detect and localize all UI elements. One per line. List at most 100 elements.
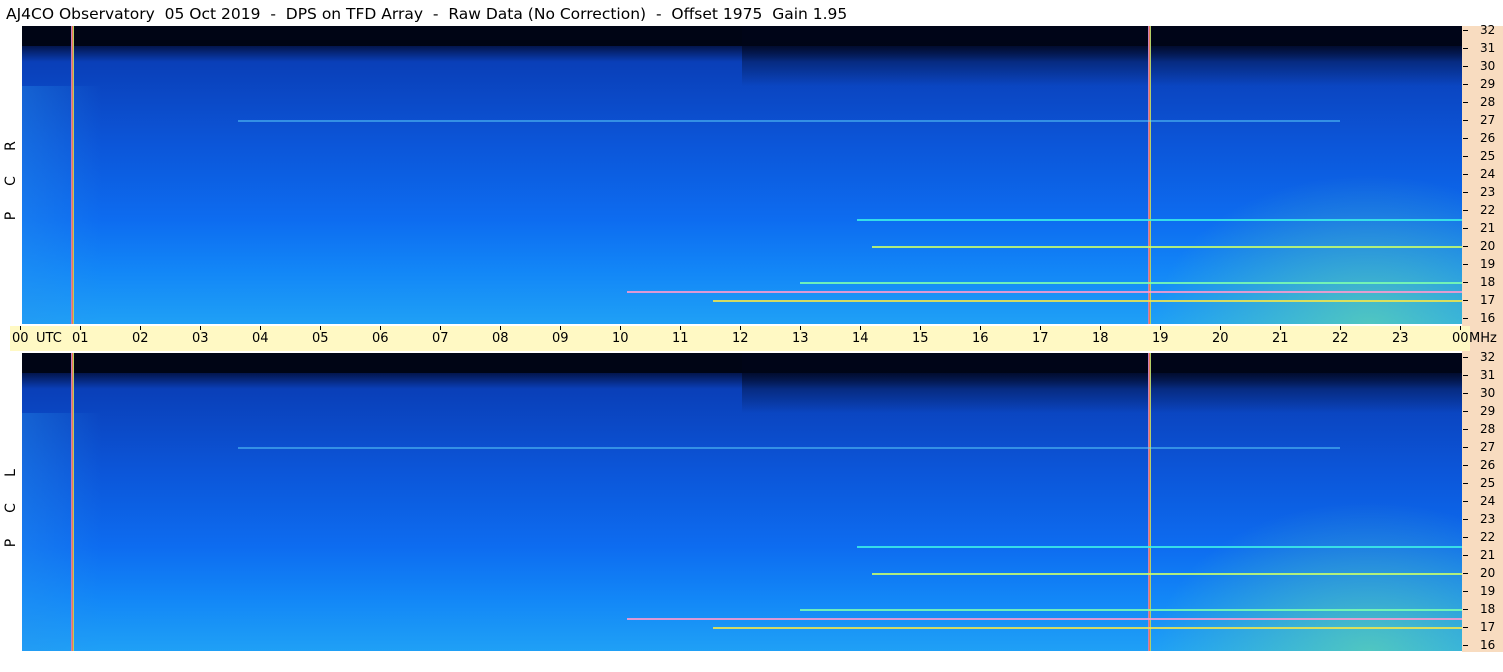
frequency-tick — [1463, 66, 1468, 67]
frequency-tick — [1463, 48, 1468, 49]
time-tick — [500, 326, 501, 330]
chart-title: AJ4CO Observatory 05 Oct 2019 - DPS on T… — [6, 5, 848, 23]
frequency-tick-label: 19 — [1480, 584, 1496, 598]
frequency-tick — [1463, 591, 1468, 592]
polarization-letter: R — [3, 141, 19, 151]
time-tick — [680, 326, 681, 330]
mhz-unit-label: MHz — [1469, 331, 1497, 346]
time-tick-label: 19 — [1152, 331, 1169, 346]
frequency-tick — [1463, 102, 1468, 103]
time-tick-label: 13 — [792, 331, 809, 346]
time-tick-label: 00 — [1452, 331, 1469, 346]
frequency-tick — [1463, 627, 1468, 628]
frequency-tick — [1463, 300, 1468, 301]
time-tick — [80, 326, 81, 330]
frequency-tick-label: 23 — [1480, 512, 1496, 526]
frequency-tick-label: 25 — [1480, 476, 1496, 490]
time-tick — [1160, 326, 1161, 330]
interference-band — [857, 546, 1462, 548]
dark-region — [742, 353, 1462, 413]
frequency-tick-label: 19 — [1480, 257, 1496, 271]
time-tick — [620, 326, 621, 330]
interference-band — [871, 573, 1462, 575]
frequency-tick — [1463, 519, 1468, 520]
frequency-tick-label: 29 — [1480, 404, 1496, 418]
polarization-letter: L — [3, 469, 19, 477]
frequency-tick-label: 18 — [1480, 602, 1496, 616]
frequency-tick — [1463, 120, 1468, 121]
polarization-letter: P — [3, 211, 19, 221]
time-tick — [140, 326, 141, 330]
frequency-tick-label: 26 — [1480, 458, 1496, 472]
frequency-tick — [1463, 465, 1468, 466]
lcp-spectrogram — [22, 353, 1462, 651]
frequency-tick — [1463, 393, 1468, 394]
time-tick — [1040, 326, 1041, 330]
time-tick-label: 23 — [1392, 331, 1409, 346]
frequency-tick-label: 24 — [1480, 167, 1496, 181]
frequency-tick — [1463, 30, 1468, 31]
time-tick — [980, 326, 981, 330]
time-tick-label: 00 — [12, 331, 29, 346]
dark-region — [742, 26, 1462, 86]
frequency-tick-label: 27 — [1480, 440, 1496, 454]
frequency-tick-label: 21 — [1480, 548, 1496, 562]
time-tick — [560, 326, 561, 330]
time-tick — [860, 326, 861, 330]
frequency-tick-label: 32 — [1480, 350, 1496, 364]
time-tick — [20, 326, 21, 330]
interference-band — [238, 120, 1340, 122]
utc-label: UTC — [36, 331, 62, 346]
frequency-tick-label: 20 — [1480, 239, 1496, 253]
frequency-tick — [1463, 84, 1468, 85]
time-tick-label: 22 — [1332, 331, 1349, 346]
interference-band — [238, 447, 1340, 449]
time-tick-label: 08 — [492, 331, 509, 346]
time-tick-label: 03 — [192, 331, 209, 346]
time-tick-label: 10 — [612, 331, 629, 346]
time-tick — [800, 326, 801, 330]
frequency-tick — [1463, 210, 1468, 211]
time-tick — [1400, 326, 1401, 330]
interference-band — [626, 291, 1462, 293]
interference-band — [713, 627, 1462, 629]
time-tick — [740, 326, 741, 330]
time-tick — [1220, 326, 1221, 330]
time-tick-label: 02 — [132, 331, 149, 346]
frequency-tick — [1463, 228, 1468, 229]
time-tick — [380, 326, 381, 330]
frequency-tick — [1463, 246, 1468, 247]
frequency-tick-label: 17 — [1480, 293, 1496, 307]
frequency-tick — [1463, 282, 1468, 283]
time-tick-label: 18 — [1092, 331, 1109, 346]
frequency-tick-label: 26 — [1480, 131, 1496, 145]
interference-band — [713, 300, 1462, 302]
interference-band — [871, 246, 1462, 248]
time-marker-line — [1148, 26, 1151, 324]
frequency-tick-label: 32 — [1480, 23, 1496, 37]
time-tick-label: 20 — [1212, 331, 1229, 346]
frequency-tick — [1463, 156, 1468, 157]
time-tick — [320, 326, 321, 330]
frequency-tick-label: 31 — [1480, 41, 1496, 55]
polarization-letter: C — [3, 176, 19, 186]
frequency-tick — [1463, 411, 1468, 412]
frequency-tick — [1463, 501, 1468, 502]
frequency-tick-label: 16 — [1480, 638, 1496, 652]
time-tick-label: 11 — [672, 331, 689, 346]
time-tick-label: 21 — [1272, 331, 1289, 346]
time-tick — [920, 326, 921, 330]
frequency-tick — [1463, 264, 1468, 265]
time-tick-label: 15 — [912, 331, 929, 346]
time-tick-label: 05 — [312, 331, 329, 346]
frequency-tick-label: 29 — [1480, 77, 1496, 91]
frequency-tick — [1463, 429, 1468, 430]
left-glow — [22, 413, 102, 651]
frequency-tick-label: 16 — [1480, 311, 1496, 325]
frequency-tick-label: 27 — [1480, 113, 1496, 127]
frequency-tick — [1463, 192, 1468, 193]
frequency-tick — [1463, 357, 1468, 358]
time-tick — [200, 326, 201, 330]
frequency-tick-label: 18 — [1480, 275, 1496, 289]
frequency-tick-label: 28 — [1480, 95, 1496, 109]
